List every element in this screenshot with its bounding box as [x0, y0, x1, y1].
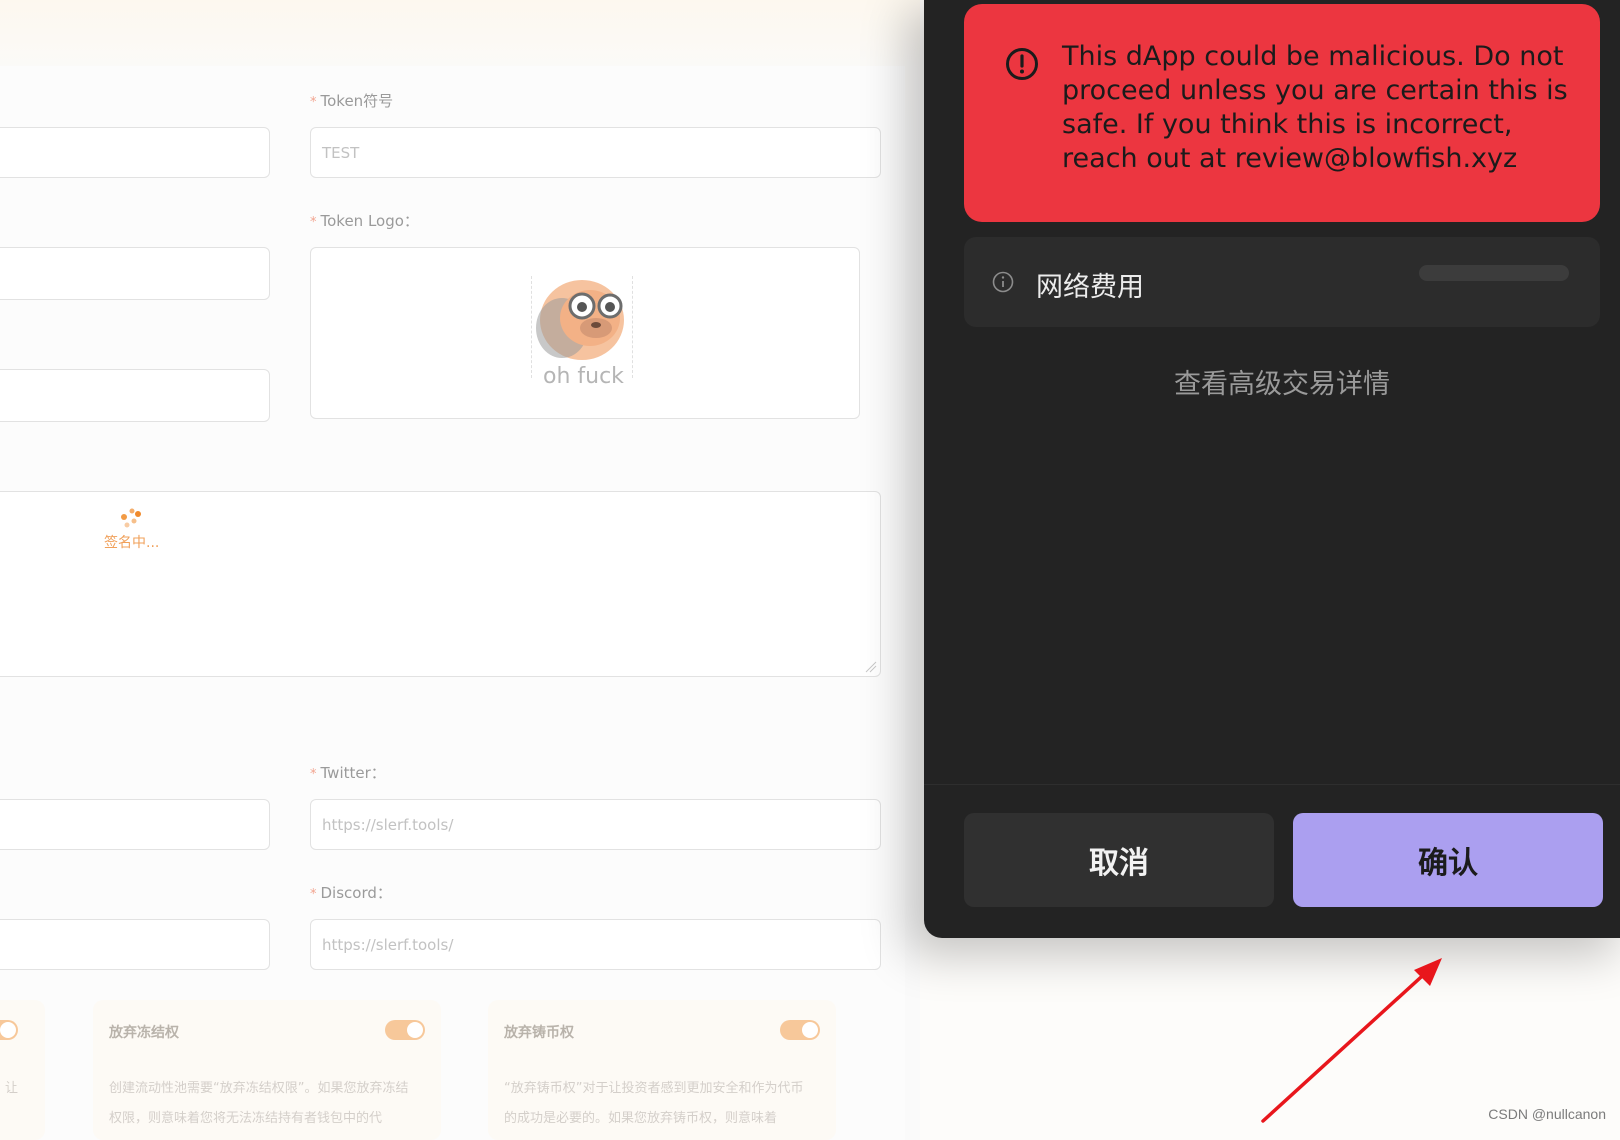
token-logo-label: * Token Logo： — [310, 210, 419, 231]
token-logo-upload[interactable]: oh fuck — [310, 247, 860, 419]
toggle-title: 放弃冻结权 — [109, 1025, 179, 1041]
token-symbol-placeholder: TEST — [322, 143, 360, 162]
toggle-desc: “放弃铸币权”对于让投资者感到更加安全和作为代币的成功是必要的。如果您放弃铸币权… — [504, 1081, 804, 1126]
discord-input[interactable]: https://slerf.tools/ — [310, 919, 881, 970]
revoke-mint-toggle[interactable] — [780, 1020, 820, 1040]
confirm-button[interactable]: 确认 — [1293, 813, 1603, 907]
loading-spinner-icon — [121, 508, 141, 528]
discord-label: * Discord： — [310, 882, 392, 903]
required-marker: * — [310, 215, 317, 230]
resize-grip-icon[interactable] — [865, 661, 877, 673]
toggle-title: 放弃铸币权 — [504, 1025, 574, 1041]
token-symbol-label-text: Token符号 — [320, 92, 394, 110]
required-marker: * — [310, 767, 317, 782]
revoke-freeze-toggle[interactable] — [385, 1020, 425, 1040]
required-marker: * — [310, 887, 317, 902]
info-icon[interactable] — [992, 271, 1014, 293]
network-fee-loading-placeholder — [1419, 265, 1569, 281]
signing-status: 签名中... — [104, 535, 160, 551]
token-logo-caption: oh fuck — [543, 364, 624, 389]
toggle-card-cropped: 让 — [0, 1000, 45, 1140]
malicious-warning-text: This dApp could be malicious. Do not pro… — [1062, 41, 1568, 174]
twitter-placeholder: https://slerf.tools/ — [322, 815, 454, 834]
left-input-2[interactable] — [0, 247, 270, 300]
annotation-arrow-icon — [1261, 958, 1442, 1123]
token-logo-image — [531, 276, 633, 378]
discord-placeholder: https://slerf.tools/ — [322, 935, 454, 954]
discord-label-text: Discord： — [320, 884, 392, 902]
token-symbol-input[interactable]: TEST — [310, 127, 881, 178]
left-input-3[interactable] — [0, 369, 270, 422]
left-input-1[interactable] — [0, 127, 270, 178]
toggle-card-revoke-freeze: 放弃冻结权 创建流动性池需要“放弃冻结权限”。如果您放弃冻结权限，则意味着您将无… — [93, 1000, 441, 1140]
toggle-desc: 让 — [5, 1081, 19, 1096]
twitter-label-text: Twitter： — [320, 764, 386, 782]
toggle-desc: 创建流动性池需要“放弃冻结权限”。如果您放弃冻结权限，则意味着您将无法冻结持有者… — [109, 1081, 409, 1126]
required-marker: * — [310, 95, 317, 110]
network-fee-label: 网络费用 — [1036, 272, 1144, 303]
malicious-warning-banner: This dApp could be malicious. Do not pro… — [964, 4, 1600, 222]
left-input-5[interactable] — [0, 919, 270, 970]
token-create-page: * Token符号 TEST * Token Logo： oh fuck 签名中… — [0, 0, 920, 1140]
network-fee-row[interactable]: 网络费用 — [964, 237, 1600, 327]
token-symbol-label: * Token符号 — [310, 90, 393, 111]
cancel-button[interactable]: 取消 — [964, 813, 1274, 907]
toggle-switch[interactable] — [0, 1020, 18, 1040]
twitter-label: * Twitter： — [310, 762, 386, 783]
watermark: CSDN @nullcanon — [1488, 1106, 1606, 1122]
left-input-4[interactable] — [0, 799, 270, 850]
view-advanced-details-link[interactable]: 查看高级交易详情 — [924, 362, 1620, 401]
wallet-confirm-popup: This dApp could be malicious. Do not pro… — [924, 0, 1620, 938]
twitter-input[interactable]: https://slerf.tools/ — [310, 799, 881, 850]
toggle-card-revoke-mint: 放弃铸币权 “放弃铸币权”对于让投资者感到更加安全和作为代币的成功是必要的。如果… — [488, 1000, 836, 1140]
exclamation-circle-icon — [1006, 48, 1038, 80]
token-logo-label-text: Token Logo： — [320, 212, 419, 230]
footer-divider — [924, 784, 1620, 785]
